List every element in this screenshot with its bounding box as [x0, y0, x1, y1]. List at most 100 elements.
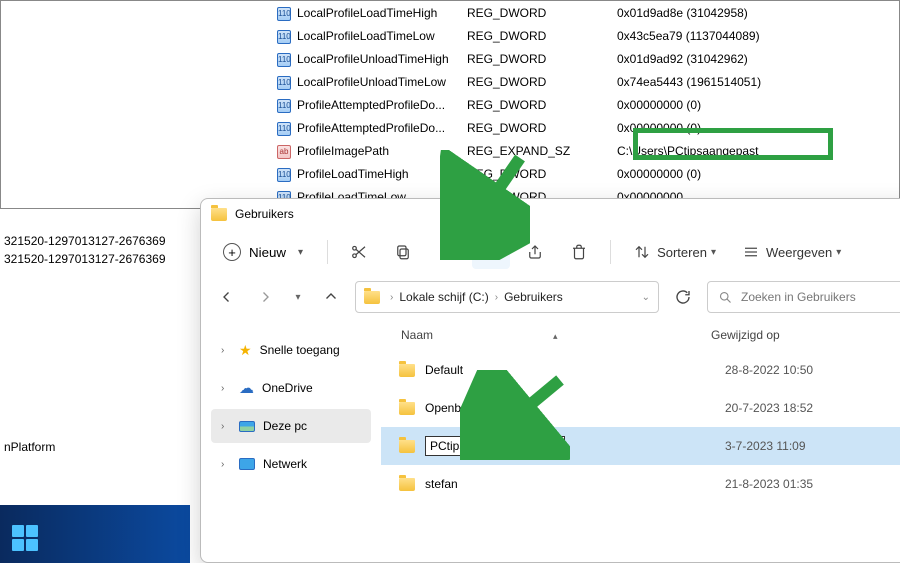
recent-button[interactable]: ▾	[289, 283, 307, 311]
cloud-icon: ☁	[239, 379, 254, 397]
registry-value-row[interactable]: 110LocalProfileUnloadTimeHighREG_DWORD0x…	[271, 47, 899, 70]
chevron-down-icon: ▾	[298, 247, 303, 258]
rename-button[interactable]	[472, 235, 510, 269]
folder-name: stefan	[425, 477, 725, 491]
folder-row[interactable]: Openbaar20-7-2023 18:52	[381, 389, 900, 427]
separator	[327, 240, 328, 264]
copy-icon	[394, 243, 412, 261]
reg-dword-icon: 110	[277, 76, 291, 90]
reg-value-data: 0x01d9ad92 (31042962)	[617, 52, 895, 66]
folder-icon	[399, 440, 415, 453]
chevron-down-icon[interactable]: ⌄	[642, 292, 650, 303]
rename-input[interactable]	[425, 436, 565, 456]
nav-onedrive[interactable]: › ☁ OneDrive	[211, 371, 371, 405]
taskbar[interactable]	[0, 513, 190, 563]
chevron-right-icon: ›	[495, 292, 498, 303]
reg-value-name: ProfileImagePath	[297, 144, 467, 158]
arrow-left-icon	[218, 288, 236, 306]
registry-tree-item[interactable]: 321520-1297013127-2676369	[0, 232, 170, 250]
reg-value-data: C:\Users\PCtipsaangepast	[617, 144, 895, 158]
breadcrumb-drive[interactable]: Lokale schijf (C:)	[399, 290, 488, 304]
reg-value-type: REG_DWORD	[467, 6, 617, 20]
registry-value-row[interactable]: 110LocalProfileLoadTimeLowREG_DWORD0x43c…	[271, 24, 899, 47]
col-name-header[interactable]: Naam	[401, 328, 433, 342]
view-label: Weergeven	[766, 245, 832, 260]
reg-value-name: ProfileAttemptedProfileDo...	[297, 98, 467, 112]
nav-quick-access[interactable]: › ★ Snelle toegang	[211, 333, 371, 367]
sort-icon	[633, 243, 651, 261]
rename-icon	[482, 243, 500, 261]
file-list: Naam▴ Gewijzigd op Default28-8-2022 10:5…	[381, 319, 900, 562]
windows-start-icon[interactable]	[12, 525, 38, 551]
registry-value-row[interactable]: 110ProfileLoadTimeHighREG_DWORD0x0000000…	[271, 162, 899, 185]
reg-value-type: REG_DWORD	[467, 121, 617, 135]
chevron-down-icon: ▾	[295, 292, 300, 303]
new-button[interactable]: + Nieuw ▾	[211, 235, 315, 269]
nav-label: Deze pc	[263, 419, 307, 433]
reg-dword-icon: 110	[277, 122, 291, 136]
folder-name: Openbaar	[425, 401, 725, 415]
registry-editor-window: 110LocalProfileLoadTimeHighREG_DWORD0x01…	[0, 0, 900, 209]
reg-value-type: REG_DWORD	[467, 52, 617, 66]
reg-value-name: LocalProfileUnloadTimeLow	[297, 75, 467, 89]
folder-icon	[399, 364, 415, 377]
sort-button[interactable]: Sorteren ▾	[623, 235, 726, 269]
arrow-right-icon	[256, 288, 274, 306]
nav-this-pc[interactable]: › Deze pc	[211, 409, 371, 443]
explorer-titlebar[interactable]: Gebruikers	[201, 199, 900, 229]
column-headers[interactable]: Naam▴ Gewijzigd op	[381, 319, 900, 351]
registry-value-row[interactable]: 110ProfileAttemptedProfileDo...REG_DWORD…	[271, 93, 899, 116]
trash-icon	[570, 243, 588, 261]
refresh-button[interactable]	[669, 283, 697, 311]
nav-label: Netwerk	[263, 457, 307, 471]
chevron-right-icon: ›	[390, 292, 393, 303]
file-explorer-window: Gebruikers + Nieuw ▾ Sorteren	[200, 198, 900, 563]
back-button[interactable]	[213, 283, 241, 311]
nav-label: OneDrive	[262, 381, 313, 395]
reg-value-name: ProfileLoadTimeHigh	[297, 167, 467, 181]
clipboard-icon	[438, 243, 456, 261]
refresh-icon	[674, 288, 692, 306]
registry-tree-fragment: 321520-1297013127-2676369321520-12970131…	[0, 230, 170, 270]
copy-button[interactable]	[384, 235, 422, 269]
nav-network[interactable]: › Netwerk	[211, 447, 371, 481]
breadcrumb-bar[interactable]: › Lokale schijf (C:) › Gebruikers ⌄	[355, 281, 659, 313]
search-input[interactable]: Zoeken in Gebruikers	[707, 281, 900, 313]
registry-tree-item[interactable]: nPlatform	[0, 438, 59, 456]
reg-dword-icon: 110	[277, 53, 291, 67]
plus-icon: +	[223, 243, 241, 261]
registry-tree-item[interactable]: 321520-1297013127-2676369	[0, 250, 170, 268]
up-button[interactable]	[317, 283, 345, 311]
chevron-right-icon: ›	[221, 383, 231, 394]
registry-value-row[interactable]: 110LocalProfileLoadTimeHighREG_DWORD0x01…	[271, 1, 899, 24]
folder-row[interactable]: 3-7-2023 11:09	[381, 427, 900, 465]
folder-icon	[399, 402, 415, 415]
view-button[interactable]: Weergeven ▾	[732, 235, 851, 269]
registry-value-row[interactable]: 110ProfileAttemptedProfileDo...REG_DWORD…	[271, 116, 899, 139]
reg-dword-icon: 110	[277, 168, 291, 182]
col-date-header[interactable]: Gewijzigd op	[711, 328, 780, 342]
registry-value-row[interactable]: 110LocalProfileUnloadTimeLowREG_DWORD0x7…	[271, 70, 899, 93]
paste-button[interactable]	[428, 235, 466, 269]
share-button[interactable]	[516, 235, 554, 269]
nav-label: Snelle toegang	[260, 343, 340, 357]
breadcrumb-folder[interactable]: Gebruikers	[504, 290, 563, 304]
reg-dword-icon: 110	[277, 7, 291, 21]
reg-sz-icon: ab	[277, 145, 291, 159]
chevron-down-icon: ▾	[836, 247, 841, 258]
folder-date: 28-8-2022 10:50	[725, 363, 813, 377]
registry-value-row[interactable]: ab ProfileImagePathREG_EXPAND_SZC:\Users\…	[271, 139, 899, 162]
folder-row[interactable]: stefan21-8-2023 01:35	[381, 465, 900, 503]
reg-value-data: 0x00000000 (0)	[617, 98, 895, 112]
reg-value-type: REG_EXPAND_SZ	[467, 144, 617, 158]
forward-button[interactable]	[251, 283, 279, 311]
cut-button[interactable]	[340, 235, 378, 269]
reg-dword-icon: 110	[277, 99, 291, 113]
navigation-pane: › ★ Snelle toegang › ☁ OneDrive › Deze p…	[201, 319, 381, 562]
delete-button[interactable]	[560, 235, 598, 269]
reg-value-name: LocalProfileLoadTimeHigh	[297, 6, 467, 20]
folder-row[interactable]: Default28-8-2022 10:50	[381, 351, 900, 389]
folder-date: 21-8-2023 01:35	[725, 477, 813, 491]
explorer-toolbar: + Nieuw ▾ Sorteren ▾ Wee	[201, 229, 900, 275]
reg-value-type: REG_DWORD	[467, 75, 617, 89]
